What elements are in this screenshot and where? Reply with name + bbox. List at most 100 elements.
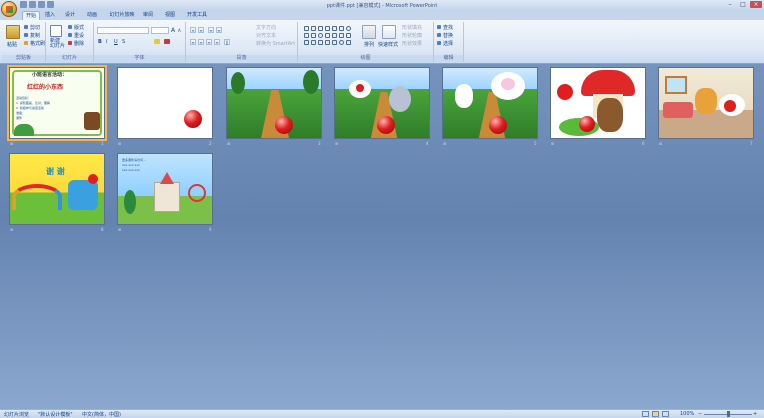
slide-1-body-line: 课件 [16, 116, 23, 120]
arrange-button[interactable]: 排列 [364, 41, 374, 48]
align-center-icon[interactable]: ≡ [198, 39, 204, 45]
copy-button[interactable]: 复制 [30, 32, 40, 39]
align-right-icon[interactable]: ≡ [206, 39, 212, 45]
text-direction-button[interactable]: 文字方向 [256, 24, 276, 31]
red-ball-icon [724, 100, 736, 112]
slide-transition-icon: ⊞ [10, 227, 14, 232]
slide-number-5: 5 [534, 141, 537, 146]
tab-design[interactable]: 设计 [62, 11, 78, 20]
slide-number-1: 1 [101, 141, 104, 146]
status-bar: 幻灯片浏览 "默认设计模板" 中文(简体，中国) 100% − + [0, 409, 764, 418]
bold-button[interactable]: B [98, 39, 102, 45]
shape-outline-button[interactable]: 形状轮廓 [402, 32, 422, 39]
status-language[interactable]: 中文(简体，中国) [82, 411, 121, 418]
tree-icon [124, 190, 136, 214]
slide-thumbnail-4[interactable] [334, 67, 430, 139]
slide-number-9: 9 [209, 227, 212, 232]
arrange-icon[interactable] [362, 25, 376, 39]
italic-button[interactable]: I [106, 39, 107, 45]
tab-view[interactable]: 视图 [162, 11, 178, 20]
minimize-button[interactable]: – [724, 1, 736, 8]
normal-view-icon[interactable] [642, 411, 649, 417]
signpost-icon [84, 112, 100, 130]
tab-animation[interactable]: 动画 [84, 11, 100, 20]
shape-fill-button[interactable]: 形状填充 [402, 24, 422, 31]
slide-transition-icon: ⊞ [659, 141, 663, 146]
strikethrough-button[interactable]: S [122, 39, 125, 45]
grow-font-button[interactable]: A [171, 27, 175, 34]
bullets-icon[interactable]: ≡ [190, 27, 196, 33]
convert-smartart-button[interactable]: 转换为 SmartArt [256, 40, 295, 47]
tab-slideshow[interactable]: 幻灯片放映 [106, 11, 138, 20]
format-painter-button[interactable]: 格式刷 [30, 40, 45, 47]
new-slide-button[interactable]: 新建 幻灯片 [50, 39, 65, 49]
zoom-out-icon[interactable]: − [698, 411, 702, 417]
slide-thumbnail-6[interactable] [550, 67, 646, 139]
shape-effects-button[interactable]: 形状效果 [402, 40, 422, 47]
status-theme: "默认设计模板" [38, 412, 73, 418]
align-text-button[interactable]: 对齐文本 [256, 32, 276, 39]
replace-button[interactable]: 替换 [443, 32, 453, 39]
office-logo-icon [6, 6, 13, 13]
red-ball-icon [88, 174, 98, 184]
maximize-button[interactable]: □ [737, 1, 749, 8]
shrink-font-button[interactable]: A [178, 28, 181, 33]
slide-thumbnail-7[interactable] [658, 67, 754, 139]
slide-sorter-view-icon[interactable] [652, 411, 659, 417]
close-button[interactable]: × [750, 1, 762, 8]
zoom-slider-thumb[interactable] [727, 411, 730, 417]
window-icon [665, 76, 687, 94]
font-name-field[interactable] [97, 27, 149, 34]
find-button[interactable]: 查找 [443, 24, 453, 31]
red-ball-icon [184, 110, 202, 128]
mouse-icon [389, 86, 411, 112]
cut-button[interactable]: 剪切 [30, 24, 40, 31]
decrease-indent-icon[interactable]: ≡ [208, 27, 214, 33]
ribbon-tabs: 开始 插入 设计 动画 幻灯片放映 审阅 视图 开发工具 [0, 10, 764, 20]
new-slide-icon[interactable] [50, 25, 62, 37]
tab-review[interactable]: 审阅 [140, 11, 156, 20]
zoom-in-icon[interactable]: + [753, 411, 757, 417]
slide-thumbnail-8[interactable]: 谢 谢 [9, 153, 105, 225]
slide-thumbnail-9[interactable]: 更多课件请访问... xxx.xxx.xxx xxx.xxx.xxx [117, 153, 213, 225]
slide-thumbnail-5[interactable] [442, 67, 538, 139]
zoom-level[interactable]: 100% [680, 411, 694, 417]
slide-thumbnail-3[interactable] [226, 67, 322, 139]
underline-button[interactable]: U [114, 39, 118, 45]
justify-icon[interactable]: ≡ [214, 39, 220, 45]
slide-transition-icon: ⊞ [551, 141, 555, 146]
editing-group: 查找 替换 选择 编辑 [434, 22, 464, 62]
highlight-icon[interactable] [154, 39, 160, 44]
numbering-icon[interactable]: ≡ [198, 27, 204, 33]
font-color-icon[interactable] [164, 39, 170, 44]
window-title: ppt课件.ppt [兼容模式] - Microsoft PowerPoint [326, 3, 438, 9]
reset-button[interactable]: 重设 [74, 32, 84, 39]
tab-home[interactable]: 开始 [22, 11, 40, 20]
tab-insert[interactable]: 插入 [42, 11, 58, 20]
rabbit-face-icon [501, 78, 515, 90]
tab-developer[interactable]: 开发工具 [184, 11, 210, 20]
paste-button[interactable]: 粘贴 [7, 41, 17, 48]
slide-transition-icon: ⊞ [10, 141, 14, 146]
slide-thumbnail-1[interactable]: 小班语言活动： 红红的小东西 活动目标： 1. 感知图画，比对、理解 2. 积极… [7, 65, 107, 141]
office-button[interactable] [1, 1, 17, 17]
quick-styles-icon[interactable] [382, 25, 396, 39]
layout-button[interactable]: 版式 [74, 24, 84, 31]
select-button[interactable]: 选择 [443, 40, 453, 47]
red-ball-icon [489, 116, 507, 134]
paste-icon[interactable] [6, 25, 20, 39]
layout-icon [68, 25, 72, 29]
increase-indent-icon[interactable]: ≡ [216, 27, 222, 33]
columns-icon[interactable]: ‖ [224, 39, 230, 45]
font-size-field[interactable] [151, 27, 169, 34]
slide-thumbnail-2[interactable] [117, 67, 213, 139]
mushroom-cap-icon [581, 70, 635, 96]
ferris-wheel-icon [188, 184, 206, 202]
red-ball-icon [275, 116, 293, 134]
font-group: A A B I U S 字体 [94, 22, 186, 62]
quick-styles-button[interactable]: 快速样式 [378, 41, 398, 48]
slide-number-2: 2 [209, 141, 212, 146]
slideshow-view-icon[interactable] [662, 411, 669, 417]
delete-button[interactable]: 删除 [74, 40, 84, 47]
align-left-icon[interactable]: ≡ [190, 39, 196, 45]
